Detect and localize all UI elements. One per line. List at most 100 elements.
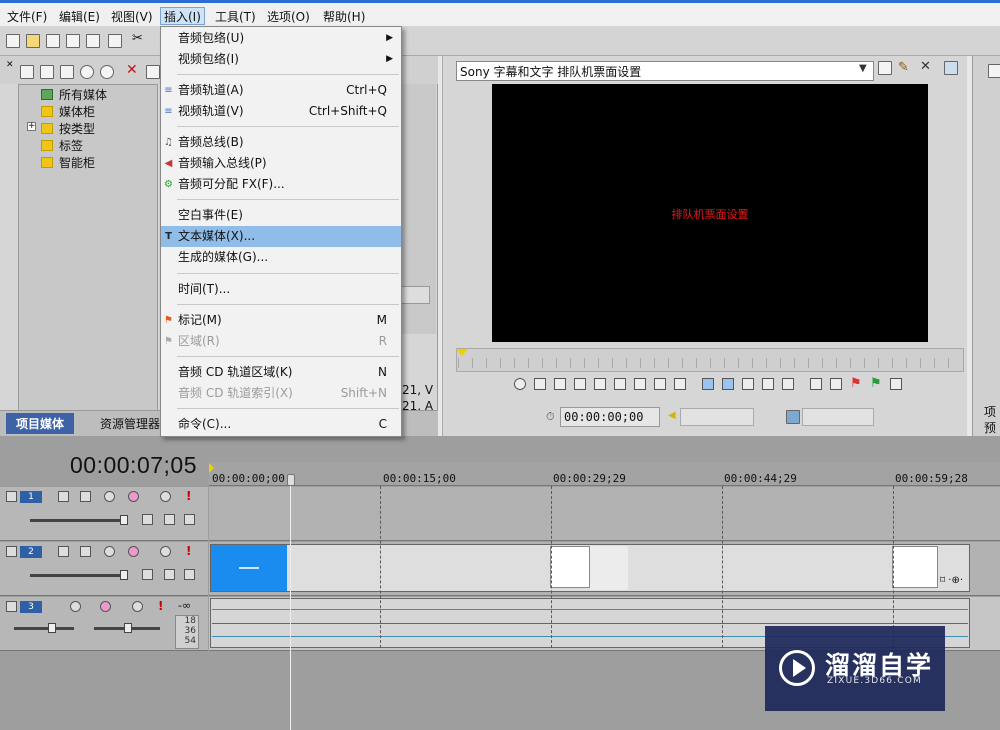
audio-fx-icon[interactable] <box>70 601 81 612</box>
volume-slider[interactable] <box>14 627 74 630</box>
track-fx-icon[interactable] <box>58 491 69 502</box>
panel-close-icon[interactable]: ✕ <box>6 60 14 70</box>
play-from-start-icon[interactable] <box>534 378 546 390</box>
menu-item-cd-track-region[interactable]: 音频 CD 轨道区域(K) N <box>161 362 401 383</box>
snap-icon[interactable] <box>702 378 714 390</box>
tree-item-all-media[interactable]: 所有媒体 <box>41 87 107 103</box>
level-slider[interactable] <box>30 574 126 577</box>
right-panel-icon[interactable] <box>988 64 1000 78</box>
menu-options[interactable]: 选项(O) <box>264 8 313 26</box>
right-panel-tab-1[interactable]: 项 <box>984 403 996 420</box>
track-composite-icon[interactable] <box>104 546 115 557</box>
slider-knob[interactable] <box>48 623 56 633</box>
external-monitor-icon[interactable] <box>944 61 958 75</box>
menu-item-time[interactable]: 时间(T)... <box>161 279 401 300</box>
tag-icon[interactable] <box>60 65 74 79</box>
view-toggle-icon[interactable] <box>146 65 160 79</box>
prev-frame-icon[interactable] <box>654 378 666 390</box>
make-compositing-child-icon[interactable] <box>164 514 175 525</box>
playhead-handle[interactable] <box>287 474 295 486</box>
menu-item-audio-envelope[interactable]: 音频包络(U) ▶ <box>161 28 401 49</box>
insert-region-icon[interactable] <box>830 378 842 390</box>
go-to-start-icon[interactable] <box>614 378 626 390</box>
tree-item-smart-bins[interactable]: 智能柜 <box>41 155 95 171</box>
split-icon[interactable] <box>742 378 754 390</box>
cut-icon[interactable]: ✂ <box>132 31 146 46</box>
track-settings-icon[interactable] <box>128 491 139 502</box>
playhead-cursor[interactable] <box>290 474 291 730</box>
track-header-1[interactable]: 1 ! <box>0 487 208 541</box>
lock-icon[interactable] <box>782 378 794 390</box>
track-collapse-icon[interactable] <box>6 546 17 557</box>
mute-icon[interactable] <box>160 491 171 502</box>
tree-item-tags[interactable]: 标签 <box>41 138 83 154</box>
menu-item-audio-bus[interactable]: ♫ 音频总线(B) <box>161 132 401 153</box>
menu-view[interactable]: 视图(V) <box>108 8 156 26</box>
menu-item-empty-event[interactable]: 空白事件(E) <box>161 205 401 226</box>
stop-icon[interactable] <box>594 378 606 390</box>
level-slider[interactable] <box>30 519 126 522</box>
track-collapse-icon[interactable] <box>6 601 17 612</box>
track-collapse-icon[interactable] <box>6 491 17 502</box>
region-flag-icon[interactable]: ⚑ <box>870 376 882 391</box>
menu-item-audio-track[interactable]: ≡ 音频轨道(A) Ctrl+Q <box>161 80 401 101</box>
make-compositing-parent-icon[interactable] <box>184 569 195 580</box>
new-file-icon[interactable] <box>6 34 20 48</box>
composite-mode-icon[interactable] <box>142 569 153 580</box>
menu-help[interactable]: 帮助(H) <box>320 8 368 26</box>
loop-icon[interactable] <box>514 378 526 390</box>
track-motion-icon[interactable] <box>80 491 91 502</box>
tab-explorer[interactable]: 资源管理器 <box>100 415 160 432</box>
slider-knob[interactable] <box>120 570 128 580</box>
mute-icon[interactable] <box>160 546 171 557</box>
menu-item-marker[interactable]: ⚑ 标记(M) M <box>161 310 401 331</box>
solo-icon[interactable]: ! <box>158 599 163 613</box>
insert-marker-icon[interactable] <box>810 378 822 390</box>
pause-icon[interactable] <box>574 378 586 390</box>
right-panel-tab-2[interactable]: 预 <box>984 419 996 436</box>
track-settings-icon[interactable] <box>100 601 111 612</box>
properties-icon[interactable] <box>108 34 122 48</box>
preview-settings-icon[interactable] <box>878 61 892 75</box>
expand-icon[interactable]: + <box>27 122 36 131</box>
menu-item-video-track[interactable]: ≡ 视频轨道(V) Ctrl+Shift+Q <box>161 101 401 122</box>
track-composite-icon[interactable] <box>104 491 115 502</box>
menu-item-generated-media[interactable]: 生成的媒体(G)... <box>161 247 401 268</box>
save-icon[interactable] <box>46 34 60 48</box>
make-compositing-parent-icon[interactable] <box>184 514 195 525</box>
go-to-end-icon[interactable] <box>634 378 646 390</box>
open-folder-icon[interactable] <box>26 34 40 48</box>
snapshot-icon[interactable] <box>890 378 902 390</box>
text-media-clip[interactable] <box>211 545 287 591</box>
remove-media-icon[interactable]: ✕ <box>126 62 138 78</box>
media-field[interactable] <box>400 286 430 304</box>
make-compositing-child-icon[interactable] <box>164 569 175 580</box>
track-settings-icon[interactable] <box>128 546 139 557</box>
solo-icon[interactable]: ! <box>186 489 191 503</box>
menu-item-audio-input-bus[interactable]: ◀ 音频输入总线(P) <box>161 153 401 174</box>
menu-tools[interactable]: 工具(T) <box>212 8 259 26</box>
composite-mode-icon[interactable] <box>142 514 153 525</box>
tab-project-media[interactable]: 项目媒体 <box>6 413 75 434</box>
chevron-down-icon[interactable]: ▼ <box>859 63 867 74</box>
menu-file[interactable]: 文件(F) <box>4 8 50 26</box>
track-lane-1[interactable] <box>209 487 1000 541</box>
auto-ripple-icon[interactable] <box>722 378 734 390</box>
search-media-icon[interactable] <box>100 65 114 79</box>
close-preview-icon[interactable]: ✕ <box>920 59 931 74</box>
event-fx-icon[interactable]: ⌑ ·⊕· <box>940 575 963 586</box>
solo-icon[interactable]: ! <box>186 544 191 558</box>
capture-icon[interactable] <box>40 65 54 79</box>
track-motion-icon[interactable] <box>80 546 91 557</box>
menu-item-text-media[interactable]: T 文本媒体(X)... <box>161 226 401 247</box>
web-icon[interactable] <box>80 65 94 79</box>
mute-icon[interactable] <box>132 601 143 612</box>
trim-icon[interactable] <box>762 378 774 390</box>
tree-item-media-bins[interactable]: 媒体柜 <box>41 104 95 120</box>
render-icon[interactable] <box>86 34 100 48</box>
next-frame-icon[interactable] <box>674 378 686 390</box>
track-fx-icon[interactable] <box>58 546 69 557</box>
menu-item-command[interactable]: 命令(C)... C <box>161 414 401 435</box>
track-header-2[interactable]: 2 ! <box>0 542 208 596</box>
generate-icon[interactable]: ✎ <box>898 60 909 75</box>
